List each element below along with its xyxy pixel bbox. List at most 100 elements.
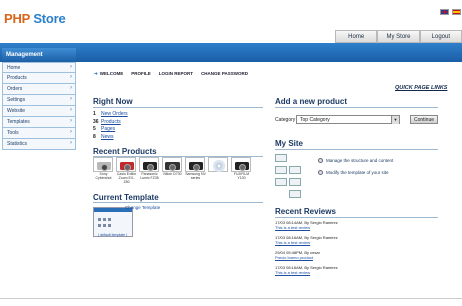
category-select[interactable]: Top Category ▼ <box>296 115 400 124</box>
category-selected-value: Top Category <box>300 117 330 123</box>
page-box-icon <box>289 166 301 174</box>
review-link[interactable]: This is a test review <box>275 270 338 276</box>
modify-template-label: Modify the template of your site <box>326 170 389 175</box>
product-caption: Nikon D700 <box>163 172 182 176</box>
chevron-right-icon: › <box>70 107 72 113</box>
product-caption: Panasonic Lumix FZ35 <box>140 172 159 180</box>
footer-divider <box>0 298 462 299</box>
list-item: 8 News <box>93 134 128 142</box>
chevron-right-icon: › <box>70 140 72 146</box>
product-thumbnail <box>139 157 159 172</box>
chevron-right-icon: › <box>70 74 72 80</box>
logo-php-text: PHP <box>4 11 30 26</box>
sidebar-item-statistics[interactable]: Statistics › <box>2 139 76 150</box>
template-thumbnail[interactable]: ( default template ) <box>93 207 133 237</box>
chevron-right-icon: › <box>70 64 72 70</box>
change-template-link[interactable]: Change Template <box>125 205 160 210</box>
tab-my-store[interactable]: My Store <box>377 30 420 43</box>
product-thumbnail <box>93 157 113 172</box>
current-template-title: Current Template <box>93 193 159 202</box>
right-now-list: 1 New Orders 36 Products 5 Pages 8 News <box>93 111 128 141</box>
product-item[interactable]: FUJIFILM Y130 <box>231 157 252 184</box>
uk-flag-icon[interactable] <box>440 9 449 15</box>
sidebar-item-home[interactable]: Home › <box>2 62 76 73</box>
right-now-title: Right Now <box>93 97 133 106</box>
sidebar-item-label: Statistics <box>7 141 28 147</box>
page-box-icon <box>275 166 287 174</box>
product-thumbnail <box>162 157 182 172</box>
tab-home[interactable]: Home <box>335 30 378 43</box>
chevron-down-icon: ▼ <box>391 116 399 124</box>
divider <box>275 107 438 108</box>
products-link[interactable]: Products <box>101 119 121 127</box>
sidebar-item-templates[interactable]: Templates › <box>2 117 76 128</box>
sub-nav: ➔ WELCOME PROFILE LOGIN REPORT CHANGE PAS… <box>94 71 248 77</box>
spain-flag-icon[interactable] <box>452 9 461 15</box>
sidebar-item-settings[interactable]: Settings › <box>2 95 76 106</box>
subnav-login-report[interactable]: LOGIN REPORT <box>159 71 193 77</box>
disc-icon <box>213 160 225 172</box>
modify-template-link[interactable]: Modify the template of your site <box>318 170 389 175</box>
product-thumbnail <box>231 157 251 172</box>
subnav-change-password[interactable]: CHANGE PASSWORD <box>201 71 248 77</box>
chevron-right-icon: › <box>70 85 72 91</box>
review-link[interactable]: This is a test review <box>275 225 338 231</box>
news-link[interactable]: News <box>101 134 114 142</box>
sidebar-item-orders[interactable]: Orders › <box>2 84 76 95</box>
recent-reviews-title: Recent Reviews <box>275 207 336 216</box>
review-link[interactable]: Precio bueno product <box>275 255 320 261</box>
my-site-title: My Site <box>275 139 304 148</box>
quick-page-links[interactable]: QUICK PAGE LINKS <box>395 85 447 91</box>
manage-structure-label: Manage the structure and content <box>326 158 394 163</box>
sidebar-item-label: Templates <box>7 119 30 125</box>
site-structure-diagram <box>275 154 311 200</box>
pages-link[interactable]: Pages <box>101 126 115 134</box>
review-item: 17/03 08:14AM, By Sergio Ramirez This is… <box>275 220 338 231</box>
tab-logout[interactable]: Logout <box>419 30 462 43</box>
chevron-right-icon: › <box>70 129 72 135</box>
product-item[interactable]: Panasonic Lumix FZ35 <box>139 157 160 184</box>
subnav-profile[interactable]: PROFILE <box>131 71 151 77</box>
page-box-icon <box>289 190 301 198</box>
product-item[interactable]: Samsung NV series <box>185 157 206 184</box>
new-orders-link[interactable]: New Orders <box>101 111 128 119</box>
manage-structure-link[interactable]: Manage the structure and content <box>318 158 393 163</box>
red-camera-icon <box>120 162 134 171</box>
count-value: 1 <box>93 111 96 117</box>
sidebar-item-label: Orders <box>7 86 23 92</box>
chevron-right-icon: › <box>70 96 72 102</box>
sidebar-item-label: Products <box>7 75 27 81</box>
product-item[interactable]: Nikon D700 <box>162 157 183 184</box>
count-value: 36 <box>93 118 99 125</box>
subnav-label: WELCOME <box>99 71 124 76</box>
count-value: 5 <box>93 126 96 132</box>
subnav-welcome[interactable]: ➔ WELCOME <box>94 71 123 77</box>
continue-button[interactable]: Continue <box>410 115 438 124</box>
product-item[interactable]: Sony Cybershot <box>93 157 114 184</box>
recent-products-list: Sony Cybershot Casio Exilim Zoom EX-Z80 … <box>93 157 252 184</box>
default-template-label: ( default template ) <box>98 233 128 237</box>
count-value: 8 <box>93 133 96 140</box>
template-preview-block <box>108 218 111 221</box>
sidebar-item-label: Website <box>7 108 25 114</box>
product-caption: Sony Cybershot <box>95 172 112 180</box>
sidebar-item-tools[interactable]: Tools › <box>2 128 76 139</box>
divider <box>275 217 438 218</box>
black-camera-icon <box>235 162 249 171</box>
site-logo[interactable]: PHP Store <box>4 11 66 26</box>
review-link[interactable]: This is a test review <box>275 240 338 246</box>
product-item[interactable] <box>208 157 229 184</box>
product-item[interactable]: Casio Exilim Zoom EX-Z80 <box>116 157 137 184</box>
sidebar-item-label: Settings <box>7 97 26 103</box>
divider <box>93 202 263 203</box>
list-item: 1 New Orders <box>93 111 128 119</box>
product-thumbnail <box>116 157 136 172</box>
chevron-right-icon: › <box>70 118 72 124</box>
sidebar-item-products[interactable]: Products › <box>2 73 76 84</box>
product-thumbnail <box>208 157 228 172</box>
list-item: 5 Pages <box>93 126 128 134</box>
sidebar-item-website[interactable]: Website › <box>2 106 76 117</box>
template-preview-block <box>98 224 101 227</box>
black-camera-icon <box>143 162 157 171</box>
template-preview-block <box>103 224 106 227</box>
